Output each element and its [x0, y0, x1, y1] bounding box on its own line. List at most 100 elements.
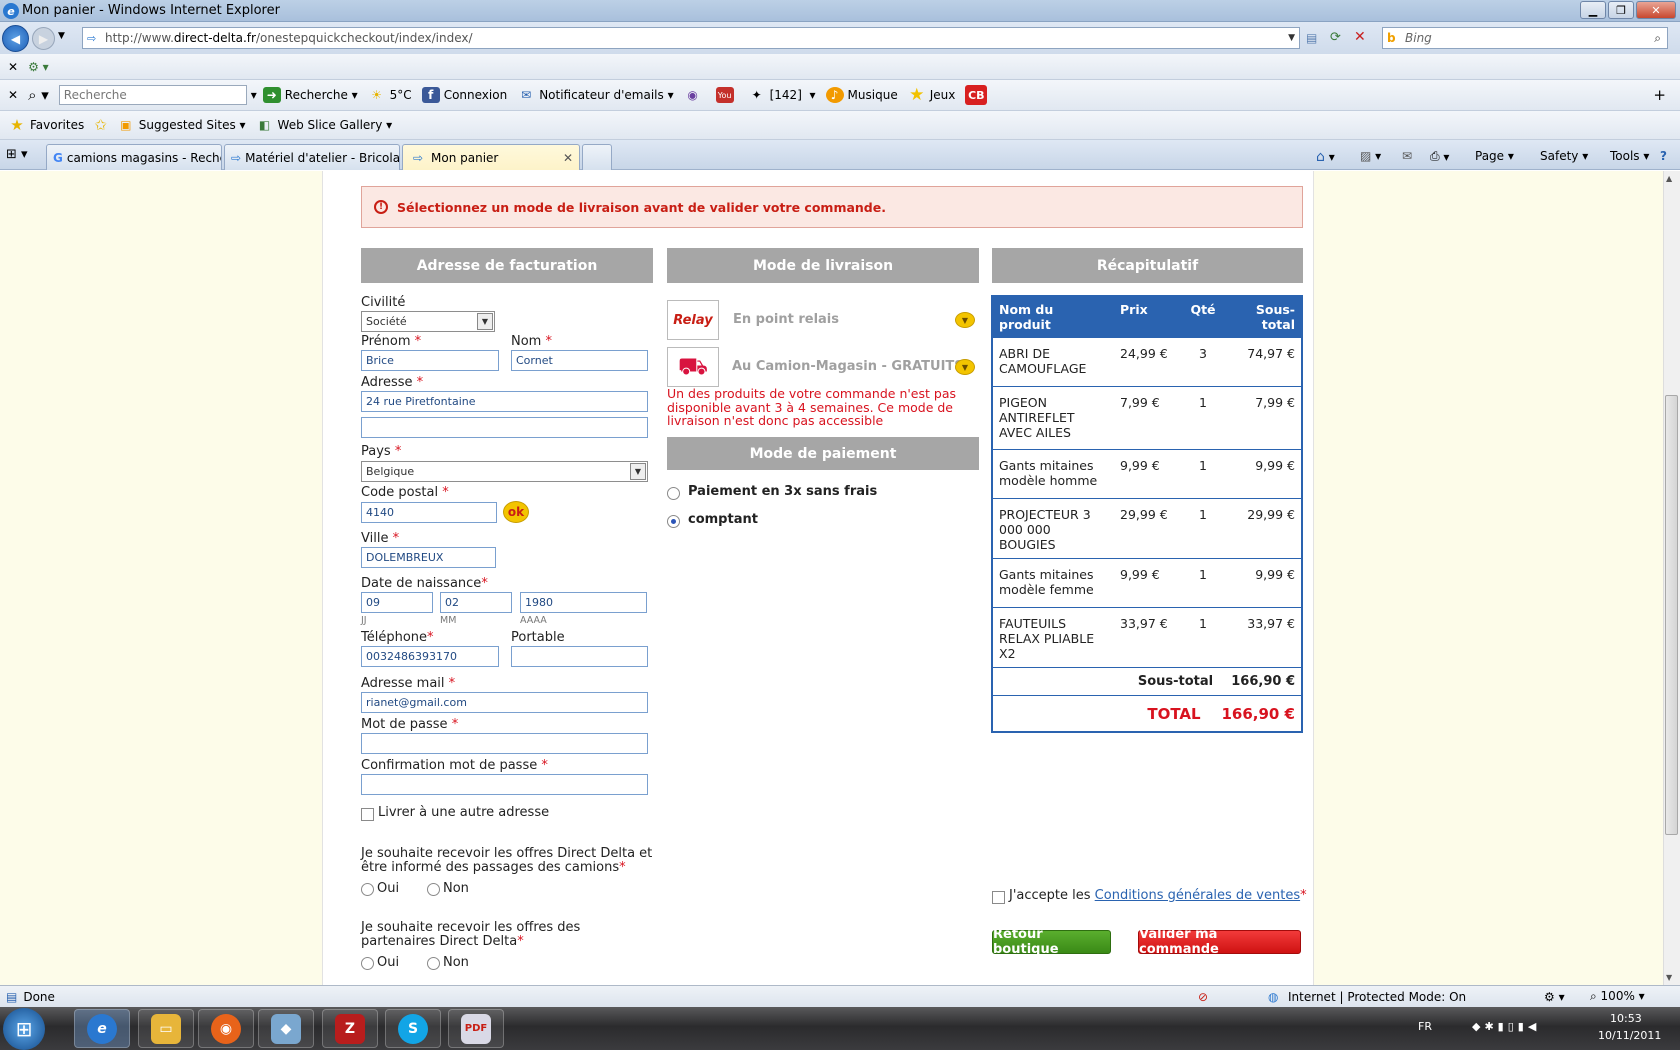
add-favorite-icon[interactable]: ✩	[94, 116, 107, 134]
web-slice-button[interactable]: ◧ Web Slice Gallery ▾	[256, 117, 392, 133]
start-button[interactable]: ⊞	[3, 1008, 45, 1050]
feeds-count-button[interactable]: ✦ [142] ▾	[748, 87, 816, 103]
tab-mon-panier[interactable]: ⇨ Mon panier ✕	[402, 144, 580, 170]
taskbar-pdf[interactable]: PDF	[448, 1009, 504, 1048]
read-mail-button[interactable]: ✉	[1402, 149, 1412, 163]
protected-mode-icon[interactable]: ⚙ ▾	[1544, 990, 1565, 1004]
safety-menu[interactable]: Safety ▾	[1540, 149, 1588, 163]
close-tab-icon[interactable]: ✕	[563, 151, 573, 165]
relay-expand-icon[interactable]: ▼	[955, 312, 975, 328]
mail-input[interactable]: rianet@gmail.com	[361, 692, 648, 713]
weather-widget[interactable]: ☀ 5°C	[368, 87, 411, 103]
tel-input[interactable]: 0032486393170	[361, 646, 499, 667]
popup-blocker-icon[interactable]: ⊘	[1198, 990, 1208, 1004]
suggested-sites-button[interactable]: ▣ Suggested Sites ▾	[117, 117, 245, 133]
tab-materiel-atelier[interactable]: ⇨ Matériel d'atelier - Bricolage	[224, 144, 400, 170]
pwd-input[interactable]	[361, 733, 648, 754]
offers-partners-oui-radio[interactable]	[361, 957, 374, 970]
close-toolbar2-icon[interactable]: ✕	[8, 88, 18, 102]
clock-time[interactable]: 10:53	[1610, 1012, 1642, 1025]
toolbar-search-icon[interactable]: ⌕ ▾	[28, 86, 49, 104]
help-icon[interactable]: ?	[1660, 149, 1667, 163]
scroll-up-icon[interactable]: ▲	[1666, 174, 1672, 183]
refresh-icon[interactable]: ⟳	[1330, 30, 1341, 45]
accept-cgv-checkbox[interactable]	[992, 891, 1005, 904]
other-address-checkbox[interactable]	[361, 808, 374, 821]
offers-partners-non-radio[interactable]	[427, 957, 440, 970]
taskbar-explorer[interactable]: ▭	[138, 1009, 194, 1048]
ville-input[interactable]: DOLEMBREUX	[361, 547, 496, 568]
youtube-button[interactable]: You	[715, 87, 738, 103]
taskbar-skype[interactable]: S	[385, 1009, 441, 1048]
search-box[interactable]: b Bing ⌕	[1382, 27, 1668, 49]
tray-icons[interactable]: ◆✱▮▯▮◀	[1472, 1020, 1540, 1033]
facebook-connexion-button[interactable]: f Connexion	[421, 87, 507, 103]
home-button[interactable]: ⌂ ▾	[1316, 149, 1335, 165]
cp-input[interactable]: 4140	[361, 502, 497, 523]
taskbar-filezilla[interactable]: Z	[322, 1009, 378, 1048]
search-go-icon[interactable]: ⌕	[1654, 31, 1661, 46]
back-button[interactable]: ◀	[2, 25, 29, 52]
favorites-button[interactable]: ★ Favorites	[8, 116, 84, 134]
subtotal-value: 166,90 €	[1231, 674, 1295, 689]
feeds-button[interactable]: ▨ ▾	[1360, 149, 1381, 163]
toolbar-search-input[interactable]: Recherche	[58, 85, 247, 105]
lang-indicator[interactable]: FR	[1418, 1020, 1432, 1033]
maximize-button[interactable]: ❐	[1608, 1, 1634, 19]
back-to-shop-button[interactable]: Retour boutique	[992, 927, 1111, 957]
taskbar-app[interactable]: ◆	[258, 1009, 314, 1048]
taskbar-firefox[interactable]: ◉	[198, 1009, 254, 1048]
relay-option[interactable]: En point relais	[733, 312, 839, 327]
close-window-button[interactable]: ✕	[1636, 1, 1676, 19]
truck-expand-icon[interactable]: ▼	[955, 359, 975, 375]
prenom-input[interactable]: Brice	[361, 350, 499, 371]
addon-gear-icon[interactable]: ⚙ ▾	[28, 60, 49, 74]
print-button[interactable]: ⎙ ▾	[1430, 149, 1449, 164]
dob-month-input[interactable]: 02	[440, 592, 512, 613]
scrollbar-thumb[interactable]	[1665, 395, 1678, 835]
zoom-control[interactable]: ⌕ 100% ▾	[1590, 989, 1645, 1004]
clock-date[interactable]: 10/11/2011	[1598, 1029, 1661, 1042]
civilite-select[interactable]: Société ▼	[361, 311, 495, 332]
minimize-button[interactable]: ▁	[1580, 1, 1606, 19]
pwd-confirm-input[interactable]	[361, 774, 648, 795]
forward-button[interactable]: ▶	[32, 27, 55, 50]
music-button[interactable]: ♪ Musique	[825, 87, 898, 103]
cgv-link[interactable]: Conditions générales de ventes	[1095, 888, 1300, 903]
scroll-down-icon[interactable]: ▼	[1666, 973, 1672, 982]
zone-text[interactable]: Internet | Protected Mode: On	[1288, 990, 1466, 1004]
offers-dd-non-radio[interactable]	[427, 883, 440, 896]
compat-view-icon[interactable]: ▤	[1306, 31, 1317, 45]
taskbar-ie[interactable]: e	[74, 1009, 130, 1048]
cb-button[interactable]: CB	[965, 85, 991, 105]
nom-input[interactable]: Cornet	[511, 350, 648, 371]
toolbar-search-dropdown-icon[interactable]: ▾	[251, 88, 257, 102]
recherche-button[interactable]: ➜ Recherche ▾	[262, 87, 358, 103]
pays-select[interactable]: Belgique ▼	[361, 461, 648, 482]
truck-option[interactable]: Au Camion-Magasin - GRATUITS	[732, 359, 964, 374]
close-toolbar-icon[interactable]: ✕	[8, 60, 18, 74]
offers-dd-oui-radio[interactable]	[361, 883, 374, 896]
portable-input[interactable]	[511, 646, 648, 667]
stop-icon[interactable]: ✕	[1354, 29, 1366, 45]
dob-day-input[interactable]: 09	[361, 592, 433, 613]
cp-ok-button[interactable]: ok	[503, 501, 529, 523]
validate-order-button[interactable]: Valider ma commande	[1138, 927, 1301, 957]
adresse-input[interactable]: 24 rue Piretfontaine	[361, 391, 648, 412]
quick-tabs-icon[interactable]: ⊞ ▾	[6, 147, 28, 162]
mail-notifier-button[interactable]: ✉ Notificateur d'emails ▾	[517, 87, 673, 103]
tools-menu[interactable]: Tools ▾	[1610, 149, 1649, 163]
page-menu[interactable]: Page ▾	[1475, 149, 1514, 163]
history-dropdown-icon[interactable]: ▼	[58, 31, 65, 41]
new-tab-button[interactable]	[582, 144, 612, 170]
dob-year-input[interactable]: 1980	[520, 592, 647, 613]
adresse-line2-input[interactable]	[361, 417, 648, 438]
radio-button-widget[interactable]: ◉	[684, 87, 706, 103]
address-bar[interactable]: ⇨ http://www. direct-delta.fr/onestepquic…	[82, 27, 1300, 49]
payment-comptant-radio[interactable]	[667, 515, 680, 528]
toolbar-add-icon[interactable]: +	[1653, 86, 1666, 104]
games-button[interactable]: ★ Jeux	[908, 85, 955, 105]
tab-camions-magasins[interactable]: Gcamions magasins - Reche...	[46, 144, 222, 170]
payment-3x-radio[interactable]	[667, 487, 680, 500]
address-dropdown-icon[interactable]: ▼	[1288, 33, 1295, 43]
